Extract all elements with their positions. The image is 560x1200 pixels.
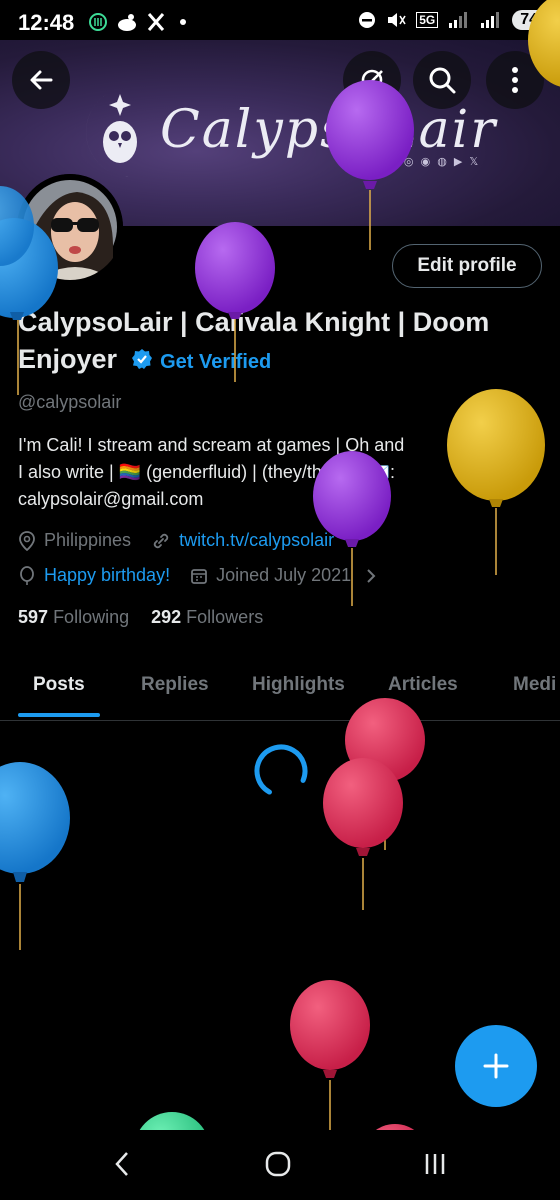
nav-home-icon[interactable] (264, 1150, 292, 1178)
meta-row-2: Happy birthday! Joined July 2021 (18, 565, 377, 586)
status-time: 12:48 (18, 10, 75, 35)
following-link[interactable]: 597 Following (18, 607, 129, 628)
system-navigation-bar (0, 1130, 560, 1200)
mute-icon (388, 13, 406, 27)
x-icon (147, 13, 165, 31)
followers-label: Followers (186, 607, 264, 627)
compose-post-button[interactable] (455, 1025, 537, 1107)
loading-spinner-icon (254, 744, 308, 798)
tab-replies[interactable]: Replies (141, 674, 209, 696)
balloon-birthday-icon (20, 565, 34, 585)
back-button[interactable] (12, 51, 70, 109)
banner-brand-text: CalypsoLair (160, 100, 498, 160)
owl-moon-logo (86, 88, 140, 177)
more-vertical-icon (512, 67, 518, 93)
display-name-block: CalypsoLair | Calivala Knight | Doom Enj… (18, 304, 538, 381)
joined-text: Joined July 2021 (216, 565, 352, 585)
tab-media[interactable]: Medi (513, 674, 556, 696)
search-button[interactable] (413, 51, 471, 109)
grok-icon (361, 69, 383, 91)
bio-line: calypsolair@gmail.com (18, 489, 204, 509)
follow-counts: 597 Following 292 Followers (18, 607, 263, 628)
battery-indicator: 74 (512, 10, 546, 30)
tab-posts[interactable]: Posts (33, 674, 85, 696)
active-tab-indicator (18, 713, 100, 717)
bio: I'm Cali! I stream and scream at games |… (18, 432, 538, 513)
birthday-text[interactable]: Happy birthday! (44, 565, 170, 586)
edit-profile-button[interactable]: Edit profile (392, 244, 542, 288)
chef-icon (118, 14, 136, 31)
dot-icon (180, 19, 186, 25)
notification-icon (89, 13, 107, 31)
balloon-red-3 (290, 980, 370, 1130)
avatar-photo (17, 174, 123, 280)
signal-icon-2 (481, 12, 500, 28)
balloon-blue-2 (0, 762, 70, 950)
status-notification-icons (88, 12, 186, 32)
followers-count: 292 (151, 607, 182, 627)
do-not-disturb-icon (359, 12, 376, 28)
bio-line: I'm Cali! I stream and scream at games |… (18, 435, 405, 455)
banner-social-icons: 𝕏 ◎ ◉ ◍ ▶ 𝕏 (388, 156, 481, 168)
balloon-red-2 (323, 758, 403, 910)
following-label: Following (53, 607, 130, 627)
tab-articles[interactable]: Articles (388, 674, 458, 696)
more-button[interactable] (486, 51, 544, 109)
network-type: 5G (416, 12, 439, 28)
back-arrow-icon (30, 70, 53, 90)
nav-back-icon[interactable] (112, 1150, 132, 1178)
plus-icon (483, 1053, 509, 1079)
bio-line: I also write | 🏳️‍🌈 (genderfluid) | (the… (18, 462, 395, 482)
calendar-icon (191, 568, 207, 584)
link-icon (153, 533, 169, 548)
chevron-right-icon[interactable] (365, 568, 377, 584)
location-icon (19, 530, 35, 551)
get-verified-link[interactable]: Get Verified (160, 351, 271, 373)
avatar[interactable] (17, 174, 123, 280)
following-count: 597 (18, 607, 49, 627)
status-system-icons: 5G 74 (358, 10, 546, 30)
website-link[interactable]: twitch.tv/calypsolair (179, 530, 334, 551)
grok-button[interactable] (343, 51, 401, 109)
handle: @calypsolair (18, 392, 122, 412)
meta-row-1: Philippines twitch.tv/calypsolair (18, 530, 334, 551)
verified-badge-icon[interactable] (131, 348, 153, 370)
followers-link[interactable]: 292 Followers (151, 607, 263, 628)
location-text: Philippines (44, 530, 132, 550)
tab-highlights[interactable]: Highlights (252, 674, 345, 696)
search-icon (429, 67, 456, 94)
nav-recents-icon[interactable] (423, 1150, 447, 1178)
signal-icon (449, 12, 468, 28)
